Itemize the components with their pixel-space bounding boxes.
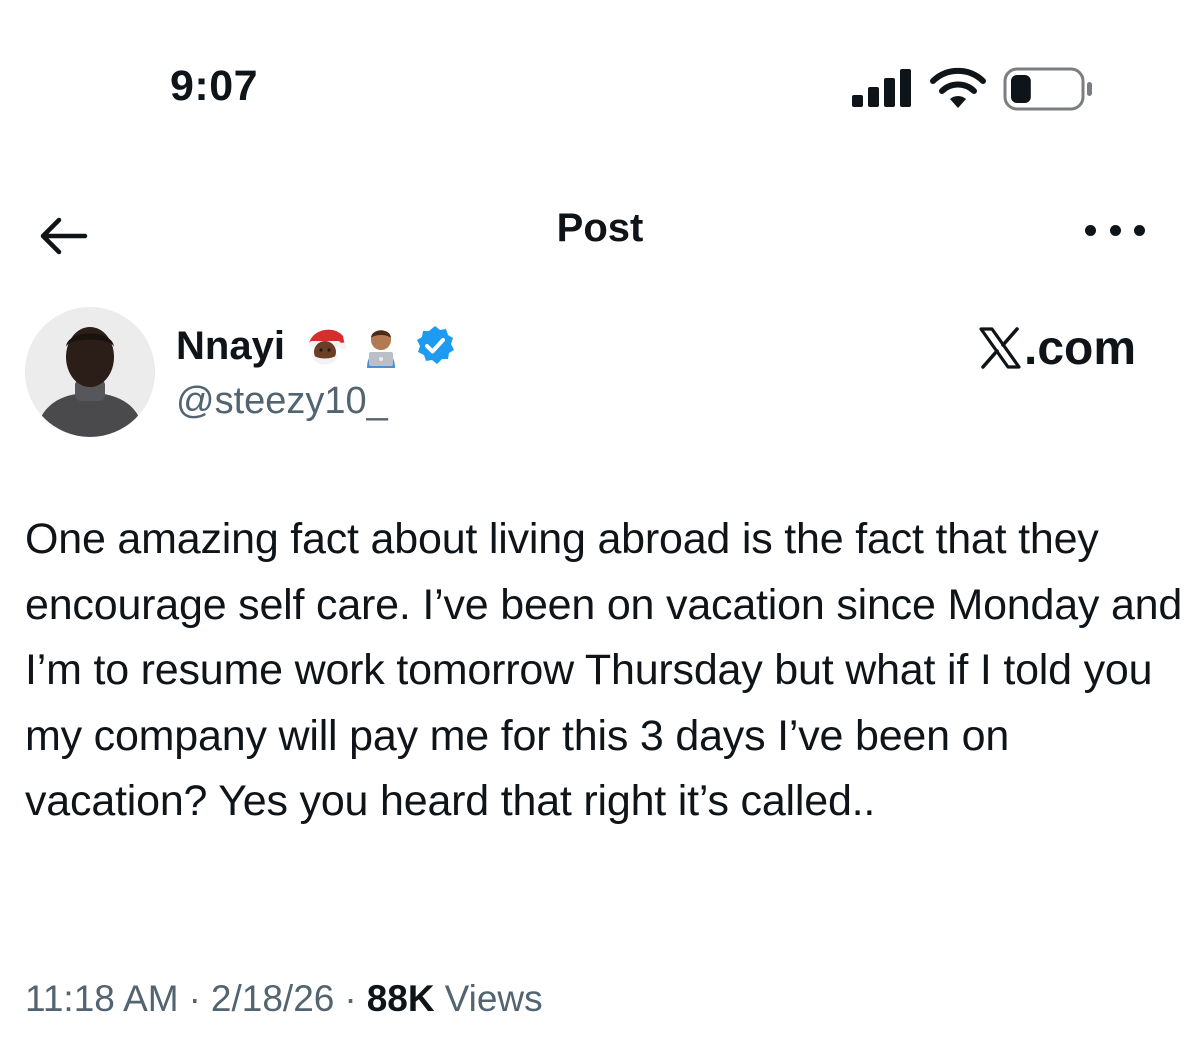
wifi-icon <box>930 67 986 108</box>
views-count[interactable]: 88K <box>367 978 435 1020</box>
status-bar: 9:07 <box>0 0 1200 140</box>
more-horizontal-icon <box>1085 224 1096 236</box>
verified-badge-icon <box>416 326 454 364</box>
brand-logo: .com <box>978 318 1136 378</box>
post-text: One amazing fact about living abroad is … <box>25 515 1183 825</box>
status-time: 9:07 <box>170 62 259 110</box>
brand-text: .com <box>1024 321 1137 375</box>
page-title: Post <box>556 206 644 250</box>
author-handle[interactable]: @steezy10_ <box>176 380 388 423</box>
battery-icon <box>1003 67 1092 111</box>
post-header: Post <box>0 180 1200 280</box>
more-options-button[interactable] <box>1075 210 1155 250</box>
x-logo-icon <box>979 327 1021 369</box>
post-date[interactable]: 2/18/26 <box>211 978 334 1020</box>
post-time[interactable]: 11:18 AM <box>25 978 179 1020</box>
more-dot <box>1134 224 1145 236</box>
meta-separator: · <box>344 978 357 1019</box>
post-meta: 11:18 AM · 2/18/26 · 88K Views <box>25 978 543 1020</box>
santa-emoji <box>308 329 347 365</box>
technologist-emoji <box>366 330 395 368</box>
avatar[interactable] <box>25 307 155 437</box>
author-name[interactable]: Nnayi <box>176 324 285 369</box>
cellular-signal-icon <box>852 69 911 107</box>
more-dot <box>1109 224 1121 236</box>
views-label: Views <box>444 978 543 1019</box>
avatar-image <box>25 307 155 437</box>
author-name-row: Nnayi <box>176 318 457 374</box>
meta-separator: · <box>188 978 201 1019</box>
